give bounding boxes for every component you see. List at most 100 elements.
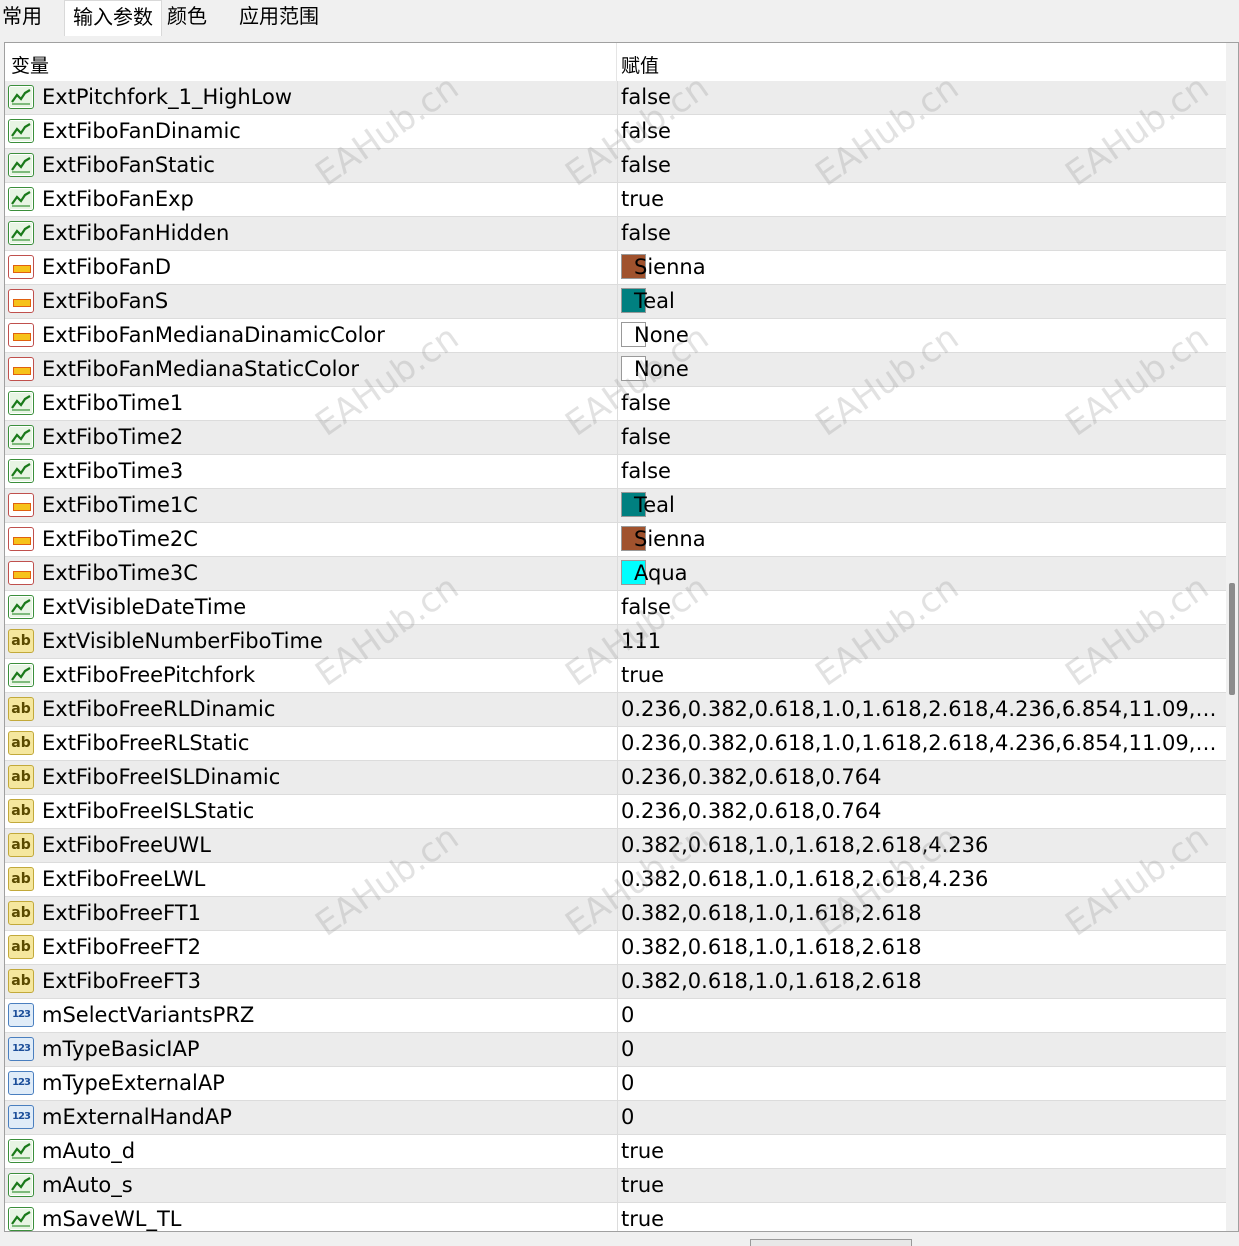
variable-name: ExtFiboFreeLWL xyxy=(42,867,206,891)
table-row[interactable]: ExtFiboTime3C Aqua xyxy=(5,557,1227,591)
value-cell[interactable]: None xyxy=(617,353,1225,386)
value-cell[interactable]: false xyxy=(617,217,1225,250)
boolean-chart-icon xyxy=(8,425,34,449)
table-row[interactable]: ab ExtFiboFreeFT1 0.382,0.618,1.0,1.618,2.… xyxy=(5,897,1227,931)
value-cell[interactable]: 0.382,0.618,1.0,1.618,2.618 xyxy=(617,897,1225,930)
table-row[interactable]: ExtFiboFanMedianaDinamicColor None xyxy=(5,319,1227,353)
table-row[interactable]: ExtPitchfork_1_HighLow false xyxy=(5,81,1227,115)
variable-cell: ExtVisibleDateTime xyxy=(5,591,616,624)
table-row[interactable]: ExtFiboTime3 false xyxy=(5,455,1227,489)
value-cell[interactable]: false xyxy=(617,81,1225,114)
value-cell[interactable]: true xyxy=(617,183,1225,216)
value-cell[interactable]: Aqua xyxy=(617,557,1225,590)
table-row[interactable]: ab ExtFiboFreeRLDinamic 0.236,0.382,0.618,… xyxy=(5,693,1227,727)
parameter-value: false xyxy=(621,425,671,449)
table-row[interactable]: ab ExtFiboFreeRLStatic 0.236,0.382,0.618,1… xyxy=(5,727,1227,761)
value-cell[interactable]: 0.382,0.618,1.0,1.618,2.618 xyxy=(617,931,1225,964)
value-cell[interactable]: Teal xyxy=(617,489,1225,522)
value-cell[interactable]: 0.382,0.618,1.0,1.618,2.618,4.236 xyxy=(617,863,1225,896)
value-cell[interactable]: Teal xyxy=(617,285,1225,318)
value-cell[interactable]: false xyxy=(617,149,1225,182)
table-row[interactable]: ExtFiboFreePitchfork true xyxy=(5,659,1227,693)
column-header-value[interactable]: 赋值 xyxy=(621,51,659,78)
value-cell[interactable]: 0.236,0.382,0.618,1.0,1.618,2.618,4.236,… xyxy=(617,693,1225,726)
variable-name: ExtFiboTime3C xyxy=(42,561,198,585)
table-row[interactable]: ab ExtFiboFreeFT2 0.382,0.618,1.0,1.618,2.… xyxy=(5,931,1227,965)
table-row[interactable]: 123 mTypeBasicIAP 0 xyxy=(5,1033,1227,1067)
table-row[interactable]: ExtFiboFanExp true xyxy=(5,183,1227,217)
table-row[interactable]: ab ExtFiboFreeISLStatic 0.236,0.382,0.618,… xyxy=(5,795,1227,829)
variable-cell: 123 mExternalHandAP xyxy=(5,1101,616,1134)
parameter-value: 111 xyxy=(621,629,662,653)
parameter-value: 0.382,0.618,1.0,1.618,2.618,4.236 xyxy=(621,867,989,891)
value-cell[interactable]: 0.236,0.382,0.618,1.0,1.618,2.618,4.236,… xyxy=(617,727,1225,760)
table-row[interactable]: ab ExtFiboFreeLWL 0.382,0.618,1.0,1.618,2.… xyxy=(5,863,1227,897)
table-row[interactable]: ExtFiboTime1 false xyxy=(5,387,1227,421)
string-ab-icon: ab xyxy=(8,833,34,857)
table-row[interactable]: ab ExtFiboFreeFT3 0.382,0.618,1.0,1.618,2.… xyxy=(5,965,1227,999)
string-ab-icon: ab xyxy=(8,731,34,755)
value-cell[interactable]: false xyxy=(617,455,1225,488)
variable-name: ExtFiboFreePitchfork xyxy=(42,663,256,687)
variable-name: mAuto_d xyxy=(42,1139,136,1163)
value-cell[interactable]: 0 xyxy=(617,1033,1225,1066)
variable-name: mTypeExternalAP xyxy=(42,1071,225,1095)
variable-name: ExtFiboTime1 xyxy=(42,391,184,415)
table-row[interactable]: ExtFiboTime2 false xyxy=(5,421,1227,455)
table-row[interactable]: 123 mSelectVariantsPRZ 0 xyxy=(5,999,1227,1033)
table-row[interactable]: ExtVisibleDateTime false xyxy=(5,591,1227,625)
number-123-icon: 123 xyxy=(8,1105,34,1129)
string-ab-icon: ab xyxy=(8,697,34,721)
table-row[interactable]: ab ExtVisibleNumberFiboTime 111 xyxy=(5,625,1227,659)
inputs-panel: 变量 赋值 ExtPitchfork_1_HighLow false ExtFibo… xyxy=(4,42,1239,1232)
value-cell[interactable]: None xyxy=(617,319,1225,352)
value-cell[interactable]: false xyxy=(617,421,1225,454)
value-cell[interactable]: 0.382,0.618,1.0,1.618,2.618,4.236 xyxy=(617,829,1225,862)
tab-common[interactable]: 常用 xyxy=(0,0,44,34)
value-cell[interactable]: true xyxy=(617,1135,1225,1168)
value-cell[interactable]: true xyxy=(617,1169,1225,1202)
value-cell[interactable]: false xyxy=(617,387,1225,420)
value-cell[interactable]: 0 xyxy=(617,1067,1225,1100)
color-palette-icon xyxy=(8,357,34,381)
tab-visualization[interactable]: 应用范围 xyxy=(237,0,321,34)
vertical-scrollbar[interactable] xyxy=(1226,43,1238,1231)
table-row[interactable]: ab ExtFiboFreeUWL 0.382,0.618,1.0,1.618,2.… xyxy=(5,829,1227,863)
table-row[interactable]: mSaveWL_TL true xyxy=(5,1203,1227,1231)
table-row[interactable]: ExtFiboFanDinamic false xyxy=(5,115,1227,149)
table-row[interactable]: ExtFiboFanD Sienna xyxy=(5,251,1227,285)
tab-colors[interactable]: 颜色 xyxy=(165,0,209,34)
table-row[interactable]: 123 mTypeExternalAP 0 xyxy=(5,1067,1227,1101)
value-cell[interactable]: true xyxy=(617,659,1225,692)
table-row[interactable]: ExtFiboFanS Teal xyxy=(5,285,1227,319)
variable-name: ExtFiboFanExp xyxy=(42,187,194,211)
string-ab-icon: ab xyxy=(8,969,34,993)
variable-cell: ab ExtFiboFreeRLStatic xyxy=(5,727,616,760)
column-divider[interactable] xyxy=(616,43,617,81)
table-row[interactable]: ExtFiboFanHidden false xyxy=(5,217,1227,251)
value-cell[interactable]: 0.236,0.382,0.618,0.764 xyxy=(617,761,1225,794)
value-cell[interactable]: 111 xyxy=(617,625,1225,658)
value-cell[interactable]: Sienna xyxy=(617,523,1225,556)
value-cell[interactable]: 0 xyxy=(617,999,1225,1032)
value-cell[interactable]: false xyxy=(617,591,1225,624)
value-cell[interactable]: 0 xyxy=(617,1101,1225,1134)
column-header-variable[interactable]: 变量 xyxy=(11,51,49,78)
tab-inputs[interactable]: 输入参数 xyxy=(64,0,162,36)
value-cell[interactable]: 0.236,0.382,0.618,0.764 xyxy=(617,795,1225,828)
table-row[interactable]: ExtFiboTime1C Teal xyxy=(5,489,1227,523)
value-cell[interactable]: Sienna xyxy=(617,251,1225,284)
table-row[interactable]: ExtFiboFanStatic false xyxy=(5,149,1227,183)
parameter-value: false xyxy=(621,459,671,483)
scrollbar-thumb[interactable] xyxy=(1229,583,1235,695)
table-row[interactable]: mAuto_s true xyxy=(5,1169,1227,1203)
value-cell[interactable]: true xyxy=(617,1203,1225,1231)
table-row[interactable]: ExtFiboTime2C Sienna xyxy=(5,523,1227,557)
value-cell[interactable]: false xyxy=(617,115,1225,148)
table-row[interactable]: 123 mExternalHandAP 0 xyxy=(5,1101,1227,1135)
table-row[interactable]: ExtFiboFanMedianaStaticColor None xyxy=(5,353,1227,387)
value-cell[interactable]: 0.382,0.618,1.0,1.618,2.618 xyxy=(617,965,1225,998)
table-row[interactable]: ab ExtFiboFreeISLDinamic 0.236,0.382,0.618… xyxy=(5,761,1227,795)
table-row[interactable]: mAuto_d true xyxy=(5,1135,1227,1169)
variable-name: mAuto_s xyxy=(42,1173,133,1197)
